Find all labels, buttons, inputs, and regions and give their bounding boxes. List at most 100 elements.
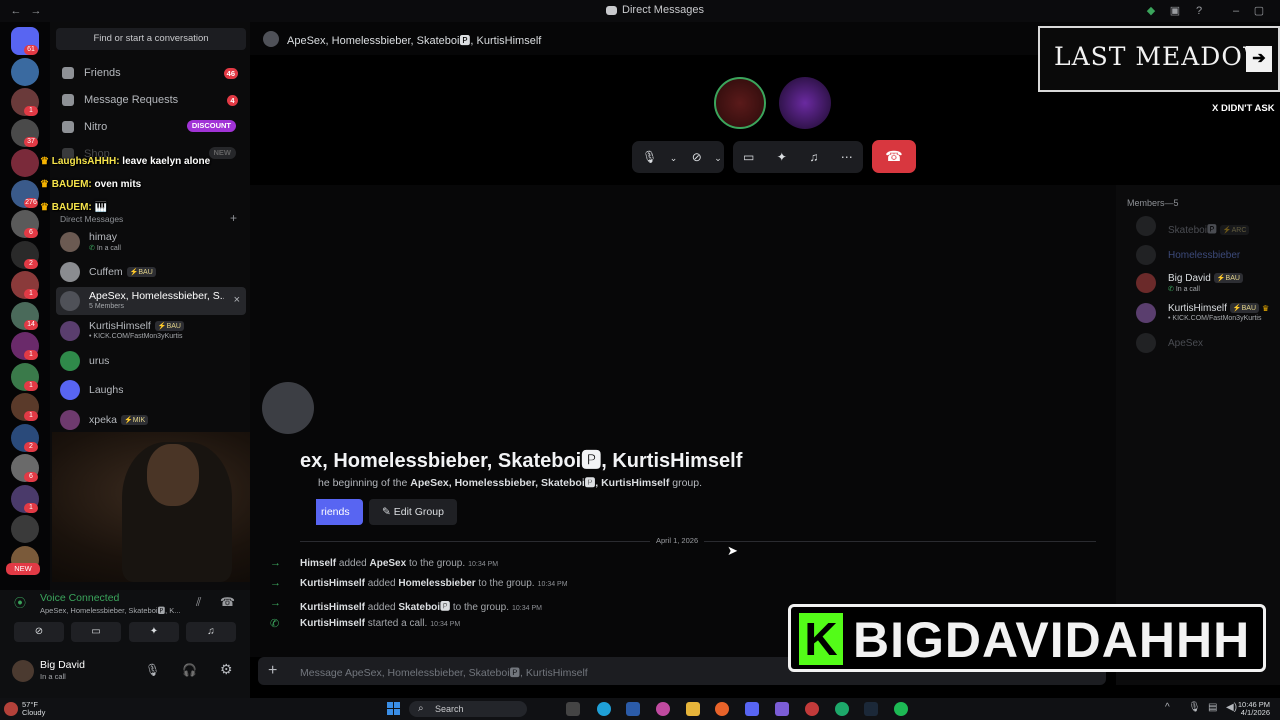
guild-tag-text: BAU [166, 323, 181, 330]
store-icon[interactable] [626, 702, 640, 716]
crown-icon: ♛ [40, 156, 52, 167]
overlay-msg: oven mits [91, 179, 142, 190]
signal-icon: ⦿ [14, 596, 27, 610]
maximize-icon[interactable]: ▢ [1251, 3, 1267, 19]
target[interactable]: Homelessbieber [398, 578, 475, 589]
actor[interactable]: KurtisHimself [300, 618, 365, 629]
file-explorer-icon[interactable] [686, 702, 700, 716]
app-icon[interactable] [805, 702, 819, 716]
soundboard-button[interactable]: ♫ [186, 622, 236, 642]
last-meadow-title: LAST MEADOW [1054, 42, 1270, 71]
soundboard-icon[interactable]: ♫ [809, 141, 818, 173]
dm-kurtishimself[interactable]: KurtisHimself ⚡BAU • KICK.COM/FastMon3yKu… [56, 317, 246, 345]
app-icon[interactable] [775, 702, 789, 716]
taskbar-search[interactable]: ⌕ Search [409, 701, 527, 717]
chevron-up-icon[interactable]: ^ [1165, 702, 1170, 713]
firefox-icon[interactable] [715, 702, 729, 716]
mic-icon[interactable]: 🎙 [1188, 702, 1201, 713]
dm-urus[interactable]: urus [56, 347, 246, 375]
help-icon[interactable]: ? [1191, 3, 1207, 19]
nav-nitro[interactable]: Nitro DISCOUNT [56, 115, 246, 139]
edit-group-button[interactable]: ✎ Edit Group [369, 499, 457, 525]
activities-icon[interactable]: ✦ [777, 141, 787, 173]
task-view-icon[interactable] [566, 702, 580, 716]
dm-name-row: KurtisHimself ⚡BAU [89, 320, 184, 332]
copilot-icon[interactable] [656, 702, 670, 716]
inbox-icon[interactable]: ▣ [1167, 3, 1183, 19]
headphones-icon[interactable]: 🎧 [182, 663, 197, 677]
settings-gear-icon[interactable]: ⚙ [220, 661, 233, 678]
call-participant-avatar[interactable] [779, 77, 831, 129]
date-label: April 1, 2026 [650, 536, 705, 545]
minimize-icon[interactable]: – [1228, 3, 1244, 19]
composer-placeholder[interactable]: Message ApeSex, Homelessbieber, Skateboi… [300, 665, 588, 680]
server-icon[interactable] [11, 515, 39, 543]
header-title[interactable]: ApeSex, Homelessbieber, Skateboi🅿, Kurti… [287, 32, 541, 48]
chevron-down-icon[interactable]: ⌄ [714, 142, 722, 174]
plus-icon[interactable]: + [268, 662, 277, 680]
dm-laughs[interactable]: Laughs [56, 376, 246, 404]
taskbar-clock[interactable]: 10:46 PM 4/1/2026 [1238, 701, 1270, 717]
camera-off-button[interactable]: ⊘ [14, 622, 64, 642]
edge-icon[interactable] [597, 702, 611, 716]
actor[interactable]: KurtisHimself [300, 602, 365, 613]
server-mention-badge: 14 [24, 319, 38, 330]
arrow-right-icon: → [270, 577, 281, 589]
call-participant-avatar[interactable] [714, 77, 766, 129]
add-friends-button[interactable]: riends [316, 499, 363, 525]
activities-button[interactable]: ✦ [129, 622, 179, 642]
server-icon[interactable] [11, 57, 39, 86]
chevron-down-icon[interactable]: ⌄ [670, 142, 678, 174]
mic-icon[interactable]: 🎙 [145, 663, 160, 677]
windows-start-icon[interactable] [386, 701, 402, 717]
screen-share-icon[interactable]: ▭ [743, 141, 754, 173]
member-row[interactable]: KurtisHimself ⚡BAU ♛ • KICK.COM/FastMon3yK… [1128, 300, 1278, 326]
actor[interactable]: KurtisHimself [300, 578, 365, 589]
lightning-icon: ⚡ [1232, 305, 1242, 312]
discord-taskbar-icon[interactable] [745, 702, 759, 716]
dm-name: Cuffem [89, 266, 123, 278]
voice-channel[interactable]: ApeSex, Homelessbieber, Skateboi🅿, K... [40, 605, 181, 616]
camera-off-icon[interactable]: ⊘ [692, 141, 702, 173]
server-icon[interactable] [11, 149, 39, 177]
guild-tag-text: ARC [1231, 227, 1247, 234]
user-name[interactable]: Big David [40, 659, 85, 671]
weather-widget[interactable]: 57°F Cloudy [22, 701, 45, 717]
more-options-icon[interactable]: ⋯ [841, 141, 853, 173]
hang-up-button[interactable]: ☎ [872, 140, 916, 173]
screen-share-button[interactable]: ▭ [71, 622, 121, 642]
voice-status[interactable]: Voice Connected [40, 592, 119, 604]
weather-icon[interactable] [4, 702, 18, 716]
target[interactable]: ApeSex [370, 558, 407, 569]
target[interactable]: Skateboi🅿 [398, 602, 450, 613]
volume-icon[interactable]: ◀) [1226, 702, 1237, 713]
close-icon[interactable]: × [234, 294, 240, 306]
member-row[interactable]: Homelessbieber [1128, 242, 1278, 268]
dm-himay[interactable]: himay ✆ In a call [56, 228, 246, 256]
member-row[interactable]: Skateboi🅿 ⚡ARC [1128, 213, 1278, 239]
member-row[interactable]: ApeSex [1128, 330, 1278, 356]
dm-cuffem[interactable]: Cuffem ⚡BAU [56, 258, 246, 286]
steam-icon[interactable] [864, 702, 878, 716]
nav-message-requests[interactable]: Message Requests 4 [56, 88, 246, 112]
dm-xpeka[interactable]: xpeka ⚡MIK [56, 406, 246, 434]
disconnect-icon[interactable]: ☎ [220, 595, 235, 609]
nav-friends[interactable]: Friends 46 [56, 61, 246, 85]
noise-suppression-icon[interactable]: ⫽ [196, 595, 201, 610]
server-mention-badge: 1 [24, 289, 38, 299]
desc-names: ApeSex, Homelessbieber, Skateboi🅿, Kurti… [410, 477, 670, 489]
actor[interactable]: Himself [300, 558, 336, 569]
member-row[interactable]: Big David ⚡BAU ✆ In a call [1128, 270, 1278, 296]
dm-name-row: Cuffem ⚡BAU [89, 266, 156, 278]
overlay-chat-line: ♛ LaughsAHHH: leave kaelyn alone [40, 156, 210, 167]
dm-group-active[interactable]: ApeSex, Homelessbieber, S... 5 Members × [56, 287, 246, 315]
add-dm-icon[interactable]: + [230, 211, 237, 225]
find-conversation-button[interactable]: Find or start a conversation [56, 28, 246, 50]
chrome-icon[interactable] [835, 702, 849, 716]
spotify-icon[interactable] [894, 702, 908, 716]
mic-icon[interactable]: 🎙 [642, 141, 657, 173]
leaf-icon[interactable]: ◆ [1143, 3, 1159, 19]
new-server-badge[interactable]: NEW [6, 563, 40, 575]
user-avatar[interactable] [12, 660, 34, 682]
network-icon[interactable]: ▤ [1208, 702, 1217, 713]
